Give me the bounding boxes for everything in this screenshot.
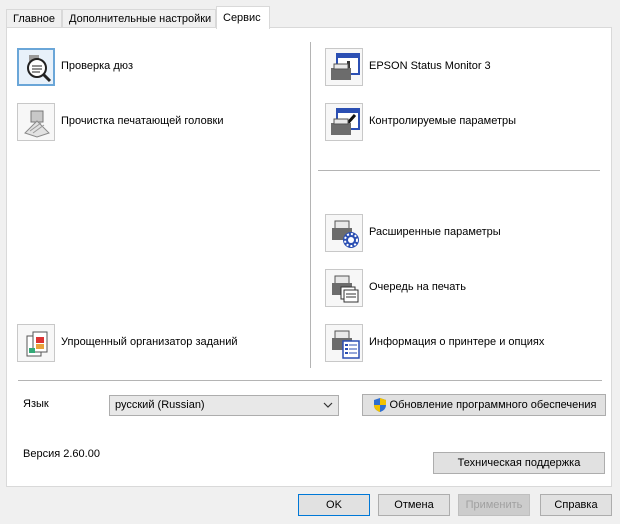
head-cleaning-item[interactable]: Прочистка печатающей головки bbox=[17, 103, 277, 143]
extended-settings-icon[interactable] bbox=[325, 214, 363, 252]
tab-service[interactable]: Сервис bbox=[216, 6, 270, 29]
print-queue-icon[interactable] bbox=[325, 269, 363, 307]
monitoring-preferences-item[interactable]: Контролируемые параметры bbox=[325, 103, 595, 143]
technical-support-button[interactable]: Техническая поддержка bbox=[433, 452, 605, 474]
monitoring-preferences-label[interactable]: Контролируемые параметры bbox=[369, 115, 516, 127]
tab-main[interactable]: Главное bbox=[6, 9, 62, 29]
software-update-label: Обновление программного обеспечения bbox=[389, 399, 597, 411]
head-cleaning-icon[interactable] bbox=[17, 103, 55, 141]
printer-info-icon[interactable] bbox=[325, 324, 363, 362]
cancel-button[interactable]: Отмена bbox=[378, 494, 450, 516]
nozzle-check-label[interactable]: Проверка дюз bbox=[61, 60, 133, 72]
job-arranger-label[interactable]: Упрощенный организатор заданий bbox=[61, 336, 238, 348]
status-monitor-icon[interactable] bbox=[325, 48, 363, 86]
ok-button[interactable]: OK bbox=[298, 494, 370, 516]
status-monitor-item[interactable]: EPSON Status Monitor 3 bbox=[325, 48, 595, 88]
nozzle-check-icon[interactable] bbox=[17, 48, 55, 86]
service-panel: Проверка дюз Прочистка печатающей головк… bbox=[6, 27, 612, 487]
shield-icon bbox=[373, 397, 387, 416]
job-arranger-item[interactable]: Упрощенный организатор заданий bbox=[17, 324, 307, 364]
right-divider bbox=[318, 170, 600, 171]
extended-settings-label[interactable]: Расширенные параметры bbox=[369, 226, 501, 238]
chevron-down-icon bbox=[323, 400, 333, 413]
version-text: Версия 2.60.00 bbox=[23, 448, 100, 460]
nozzle-check-item[interactable]: Проверка дюз bbox=[17, 48, 277, 88]
print-queue-label[interactable]: Очередь на печать bbox=[369, 281, 466, 293]
monitoring-preferences-icon[interactable] bbox=[325, 103, 363, 141]
bottom-divider bbox=[18, 380, 602, 381]
tab-advanced-settings[interactable]: Дополнительные настройки bbox=[62, 9, 216, 29]
job-arranger-icon[interactable] bbox=[17, 324, 55, 362]
apply-button[interactable]: Применить bbox=[458, 494, 530, 516]
head-cleaning-label[interactable]: Прочистка печатающей головки bbox=[61, 115, 224, 127]
printer-info-label[interactable]: Информация о принтере и опциях bbox=[369, 336, 544, 348]
extended-settings-item[interactable]: Расширенные параметры bbox=[325, 214, 595, 254]
print-queue-item[interactable]: Очередь на печать bbox=[325, 269, 595, 309]
printer-info-item[interactable]: Информация о принтере и опциях bbox=[325, 324, 605, 364]
language-label: Язык bbox=[23, 398, 49, 410]
language-select[interactable]: русский (Russian) bbox=[109, 395, 339, 416]
software-update-button[interactable]: Обновление программного обеспечения bbox=[362, 394, 606, 416]
column-divider bbox=[310, 42, 311, 368]
language-select-value: русский (Russian) bbox=[115, 399, 205, 411]
help-button[interactable]: Справка bbox=[540, 494, 612, 516]
status-monitor-label[interactable]: EPSON Status Monitor 3 bbox=[369, 60, 491, 72]
